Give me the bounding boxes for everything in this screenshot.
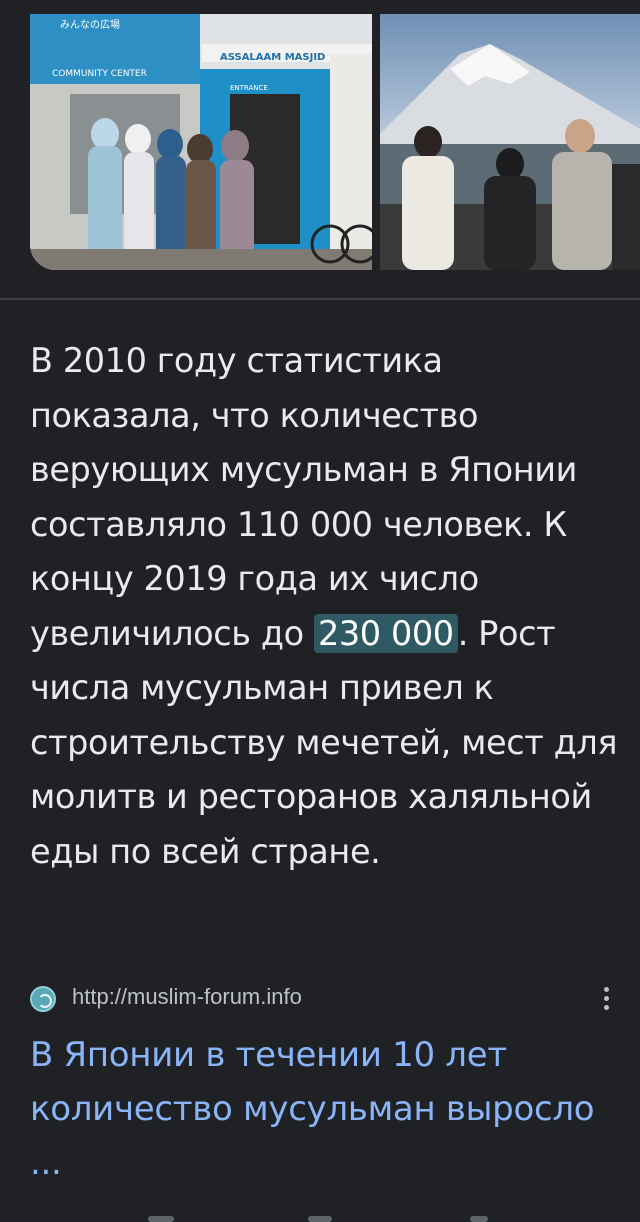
svg-text:COMMUNITY CENTER: COMMUNITY CENTER <box>52 69 147 79</box>
snippet-highlight: 230 000 <box>313 613 458 653</box>
nav-back-icon[interactable] <box>470 1216 488 1222</box>
more-vert-icon[interactable] <box>598 985 614 1013</box>
snippet-text-before: В 2010 году статистика показала, что кол… <box>30 341 578 653</box>
search-result-page: みんなの広場 ASSALAAM MASJID COMMUNITY CENTER … <box>0 0 640 1222</box>
svg-text:ENTRANCE: ENTRANCE <box>230 84 268 92</box>
mount-fuji-prayer-photo[interactable] <box>380 14 640 270</box>
source-url[interactable]: http://muslim-forum.info <box>72 984 302 1010</box>
result-title-link[interactable]: В Японии в течении 10 лет количество мус… <box>30 1028 620 1190</box>
source-row[interactable]: http://muslim-forum.info <box>30 983 620 1015</box>
system-nav-bar <box>0 1212 640 1222</box>
svg-text:ASSALAAM MASJID: ASSALAAM MASJID <box>220 52 325 63</box>
nav-recents-icon[interactable] <box>148 1216 174 1222</box>
section-divider <box>0 298 640 300</box>
site-favicon-icon <box>30 986 56 1012</box>
featured-snippet-text: В 2010 году статистика показала, что кол… <box>30 334 620 879</box>
mosque-photo[interactable]: みんなの広場 ASSALAAM MASJID COMMUNITY CENTER … <box>30 14 372 270</box>
image-strip: みんなの広場 ASSALAAM MASJID COMMUNITY CENTER … <box>0 0 640 272</box>
nav-home-icon[interactable] <box>308 1216 332 1222</box>
svg-text:みんなの広場: みんなの広場 <box>60 18 120 31</box>
